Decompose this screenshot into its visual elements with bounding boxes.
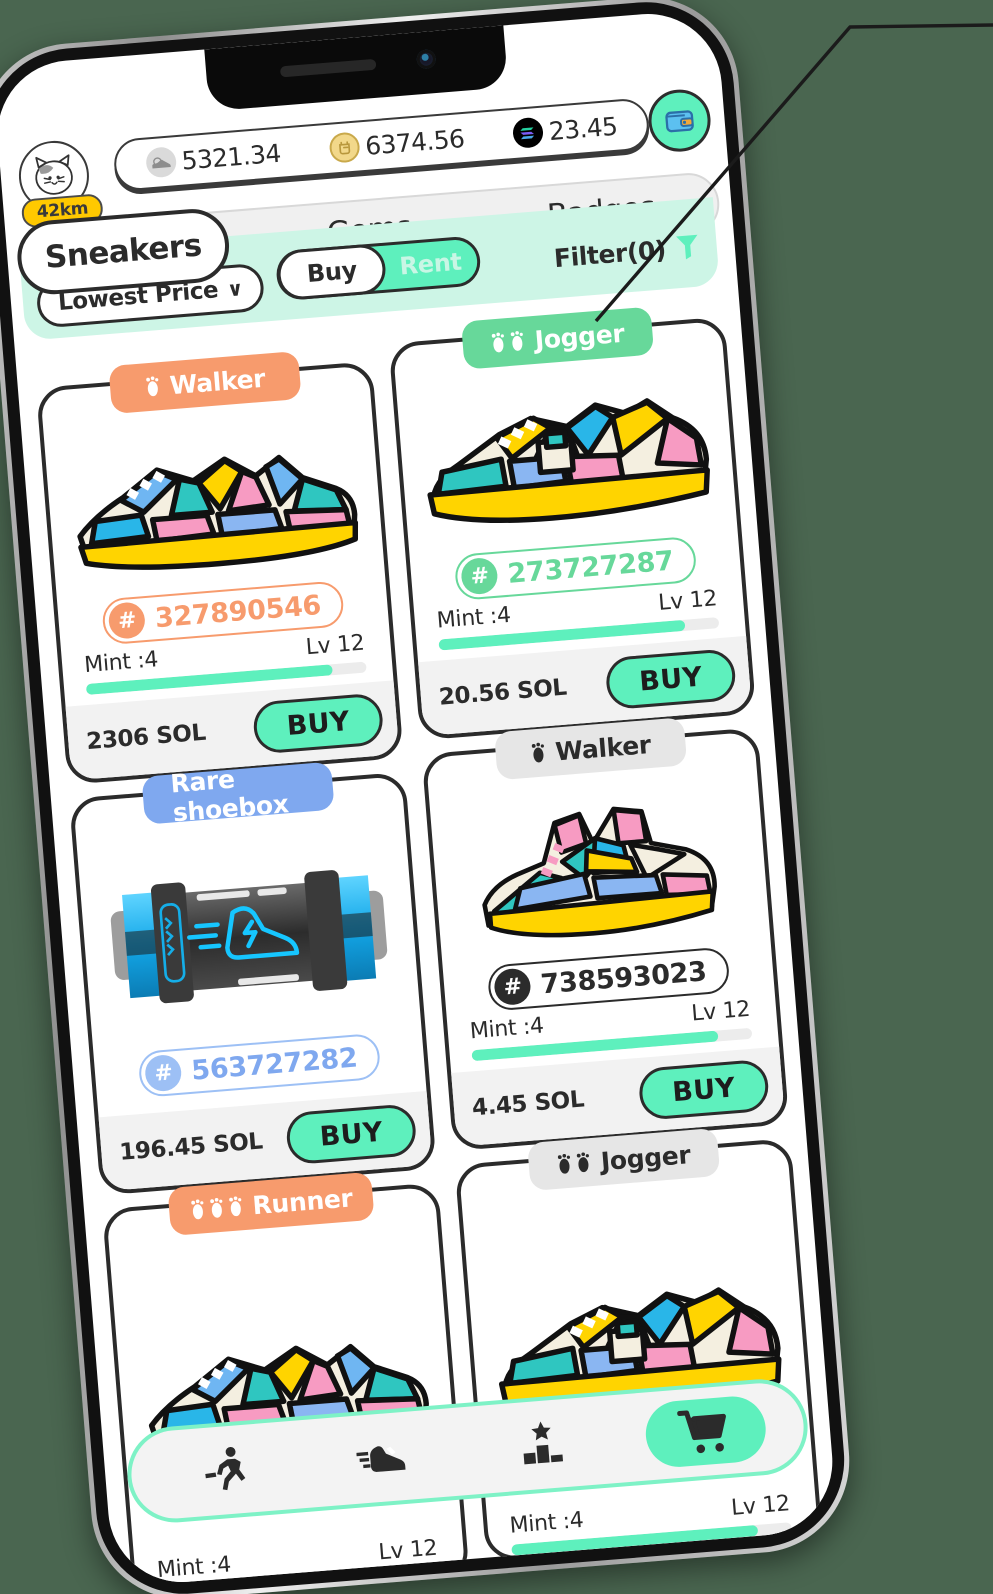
currency-gem-coin[interactable]: 6374.56 [328,123,465,164]
card-type-label: Jogger [533,318,626,355]
card-price: 4.45 SOL [471,1086,586,1122]
level-label: Lv 12 [304,630,366,661]
funnel-icon [676,234,698,260]
running-person-icon [204,1446,245,1491]
nav-leaderboard[interactable] [484,1408,599,1483]
footprint-icon [557,1153,571,1174]
card-type-label: Walker [554,729,652,767]
card-type-label: Jogger [599,1139,692,1176]
nav-shop[interactable] [642,1394,768,1470]
card-type-label: Walker [168,363,267,400]
card-footer: 196.45 SOL BUY [98,1091,433,1192]
footprint-group [143,375,162,398]
footprint-icon [510,331,523,351]
mint-label: Mint :4 [83,647,160,679]
screenshot-stage: 42km 5321.34 6374.56 23.45 Sneakers Lowe… [0,0,993,1594]
mint-label: Mint :4 [508,1507,585,1539]
shoe-token-icon [144,146,177,179]
footprint-group [555,1151,593,1176]
footprint-icon [209,1198,222,1218]
gem-coin-icon [328,131,361,164]
buy-option[interactable]: Buy [276,242,388,302]
sneaker-card[interactable]: Jogger Mint :4 Lv 12 [454,1127,823,1562]
phone-screen: 42km 5321.34 6374.56 23.45 Sneakers Lowe… [0,8,839,1588]
currency-value: 5321.34 [180,138,282,176]
leaderboard-icon [523,1421,563,1465]
footprint-icon [228,1196,241,1217]
phone-mockup: 42km 5321.34 6374.56 23.45 Sneakers Lowe… [0,0,857,1594]
footprint-group [489,330,527,355]
sneaker-card[interactable]: Walker #738593023 Mint :4 Lv 12 4.45 SOL BUY [421,717,790,1152]
card-price: 2306 SOL [85,719,207,756]
mint-label: Mint :4 [435,602,512,634]
nav-run[interactable] [167,1433,282,1508]
buy-button[interactable]: BUY [637,1058,771,1121]
footprint-group [188,1195,245,1221]
card-type-label: Rare shoebox [169,764,290,828]
nav-sneakers[interactable] [326,1420,441,1495]
card-type-tag: Rare shoebox [140,761,335,827]
card-price: 196.45 SOL [118,1128,264,1166]
buy-rent-toggle[interactable]: Rent Buy [275,235,483,302]
sneaker-runner-pastel-art [427,398,710,523]
sneaker-card[interactable]: Jogger #273727287 Mint :4 Lv 12 20.56 SOL BUY [388,306,757,741]
shopping-cart-icon [676,1410,726,1454]
buy-button[interactable]: BUY [251,692,385,755]
rent-option[interactable]: Rent [383,246,479,281]
sneaker-card[interactable]: Rare shoebox #563727282 196.45 SOL BUY [68,761,437,1196]
front-camera [416,48,437,70]
avatar-group[interactable]: 42km [15,127,105,229]
level-label: Lv 12 [657,586,718,616]
wallet-button[interactable] [646,87,713,154]
filter-label: Filter(0) [552,234,667,273]
hash-icon: # [107,601,147,640]
card-price: 20.56 SOL [437,674,568,711]
currency-solana[interactable]: 23.45 [511,111,619,149]
chevron-down-icon: ∨ [226,276,244,302]
currency-value: 6374.56 [364,123,466,161]
earpiece-speaker [279,58,377,78]
card-id: 327890546 [153,589,323,634]
currency-bar: 5321.34 6374.56 23.45 [112,97,651,192]
footprint-icon [491,332,505,353]
sneaker-card[interactable]: Runner Mint :4 Lv 12 [101,1171,470,1588]
mint-label: Mint :4 [156,1552,232,1584]
footprint-icon [190,1199,203,1220]
buy-button[interactable]: BUY [604,648,738,711]
hash-icon: # [144,1053,183,1093]
sneaker-low-pastel-art [77,454,359,570]
app-root: 42km 5321.34 6374.56 23.45 Sneakers Lowe… [0,8,838,1588]
solana-icon [511,116,545,149]
card-id: 563727282 [190,1042,359,1087]
level-label: Lv 12 [730,1491,791,1521]
footprint-icon [576,1152,590,1173]
level-label: Lv 12 [690,996,752,1027]
card-id: 273727287 [506,545,675,590]
card-id: 738593023 [539,955,708,1000]
card-footer: 4.45 SOL BUY [451,1046,786,1147]
buy-button[interactable]: BUY [284,1103,418,1166]
footprint-group [529,741,548,764]
card-footer: 20.56 SOL BUY [418,635,753,737]
filter-button[interactable]: Filter(0) [553,231,702,273]
currency-value: 23.45 [547,111,619,146]
currency-shoe-token[interactable]: 5321.34 [144,138,282,179]
sneaker-high-pastel-art [482,806,717,938]
wallet-icon [665,110,694,133]
shoebox-capsule-art [110,870,388,1004]
sneaker-card[interactable]: Walker #327890546 Mint :4 Lv 12 2306 SOL BUY [35,351,404,785]
hash-icon: # [460,556,500,596]
card-type-label: Runner [251,1182,354,1220]
footprint-icon [531,742,544,763]
level-label: Lv 12 [377,1535,439,1566]
footprint-icon [145,376,159,397]
hash-icon: # [493,967,533,1007]
speed-shoe-icon [355,1446,406,1472]
mint-label: Mint :4 [468,1013,545,1045]
